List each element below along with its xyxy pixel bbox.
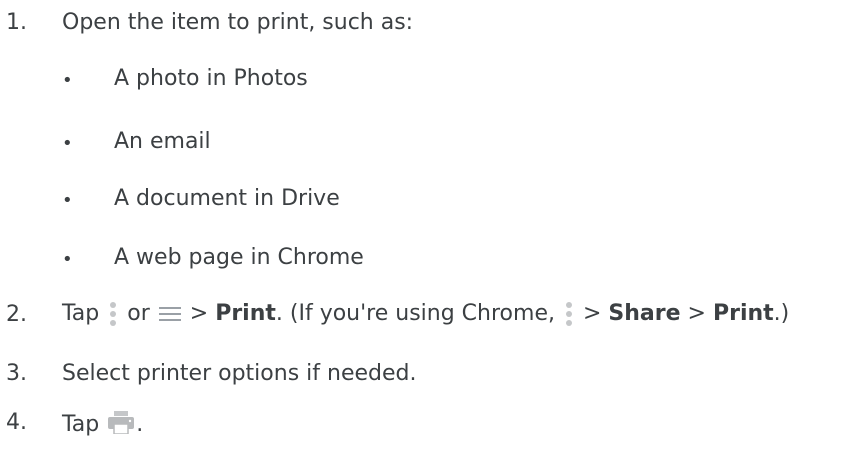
step-1-text: Open the item to print, such as: — [62, 10, 414, 35]
example-document: A document in Drive — [114, 186, 340, 211]
step-number-4: 4. — [6, 410, 27, 435]
bullet: • — [62, 133, 73, 154]
example-photo: A photo in Photos — [114, 66, 308, 91]
step-number-2: 2. — [6, 302, 27, 327]
bullet: • — [62, 249, 73, 270]
step-2-or: or — [127, 301, 150, 326]
share-label: Share — [608, 301, 681, 326]
print-label: Print — [712, 301, 774, 326]
example-email: An email — [114, 129, 211, 154]
print-label: Print — [215, 301, 276, 326]
step-4-text: Tap . — [62, 410, 143, 440]
step-2-gt: > — [189, 301, 209, 326]
step-2-gt: > — [582, 301, 602, 326]
step-number-1: 1. — [6, 10, 27, 35]
step-4-period: . — [136, 412, 144, 437]
step-2-close: .) — [773, 301, 790, 326]
example-web-page: A web page in Chrome — [114, 245, 364, 270]
step-3-text: Select printer options if needed. — [62, 361, 417, 386]
bullet: • — [62, 70, 73, 91]
step-2-tap: Tap — [62, 301, 100, 326]
step-4-tap: Tap — [62, 412, 100, 437]
step-2-text: Tap or > Print. (If you're using Chrome,… — [62, 299, 789, 329]
printer-icon — [106, 410, 136, 440]
step-2-gt: > — [687, 301, 706, 326]
menu-icon — [158, 306, 181, 322]
more-vert-icon — [108, 299, 118, 329]
step-2-chrome-note: . (If you're using Chrome, — [275, 301, 555, 326]
step-number-3: 3. — [6, 361, 27, 386]
more-vert-icon — [564, 299, 574, 329]
bullet: • — [62, 190, 73, 211]
